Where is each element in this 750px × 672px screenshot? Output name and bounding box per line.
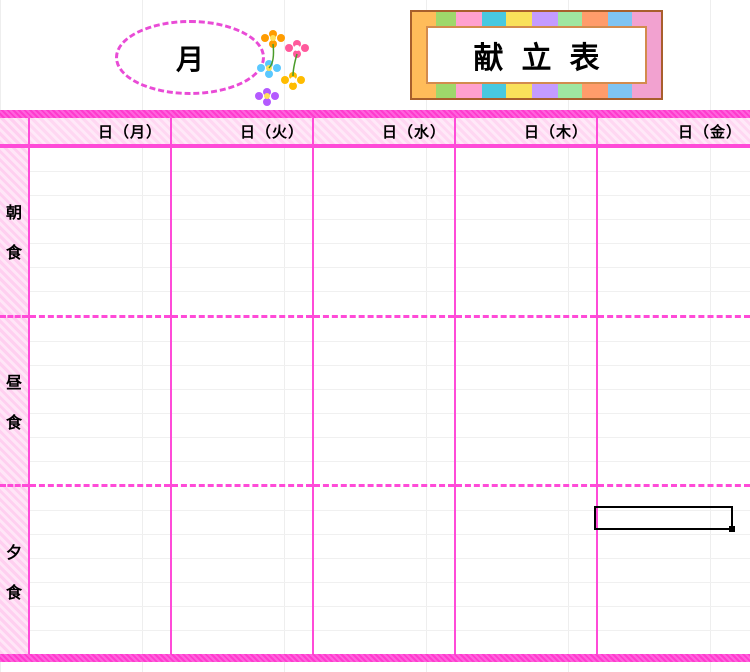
day-header-fri[interactable]: 日（金） <box>598 118 750 144</box>
body-columns <box>30 148 750 654</box>
cell-fri-breakfast[interactable] <box>598 148 750 315</box>
cell-fri-lunch[interactable] <box>598 315 750 485</box>
day-header-wed[interactable]: 日（水） <box>314 118 456 144</box>
cell-thu-dinner[interactable] <box>456 484 596 654</box>
pink-border-top <box>0 110 750 118</box>
flowers-decoration <box>255 22 315 107</box>
day-header-mon[interactable]: 日（月） <box>30 118 172 144</box>
title-text: 献立表 <box>426 26 647 84</box>
pink-border-bottom <box>0 654 750 662</box>
month-label: 月 <box>176 38 204 78</box>
month-oval[interactable]: 月 <box>115 20 265 95</box>
col-mon <box>30 148 172 654</box>
cell-thu-breakfast[interactable] <box>456 148 596 315</box>
meal-labels-column: 朝 食 昼 食 夕 食 <box>0 148 30 654</box>
title-frame: 献立表 <box>410 10 663 100</box>
meal-label-dinner: 夕 食 <box>0 487 28 654</box>
day-header-thu[interactable]: 日（木） <box>456 118 598 144</box>
header-area: 月 献立表 <box>0 0 750 110</box>
cell-thu-lunch[interactable] <box>456 315 596 485</box>
cell-tue-dinner[interactable] <box>172 484 312 654</box>
day-header-tue[interactable]: 日（火） <box>172 118 314 144</box>
col-fri <box>598 148 750 654</box>
body-area: 朝 食 昼 食 夕 食 <box>0 148 750 654</box>
cell-wed-lunch[interactable] <box>314 315 454 485</box>
menu-plan-sheet: 月 献立表 日（月） 日（火） 日（水） 日（木） <box>0 0 750 672</box>
cell-wed-dinner[interactable] <box>314 484 454 654</box>
row-stub <box>0 118 30 144</box>
cell-tue-breakfast[interactable] <box>172 148 312 315</box>
cell-wed-breakfast[interactable] <box>314 148 454 315</box>
meal-label-lunch: 昼 食 <box>0 318 28 485</box>
cell-fri-dinner[interactable] <box>598 484 750 654</box>
day-header-row: 日（月） 日（火） 日（水） 日（木） 日（金） <box>0 118 750 144</box>
meal-label-breakfast: 朝 食 <box>0 148 28 315</box>
cell-mon-dinner[interactable] <box>30 484 170 654</box>
col-thu <box>456 148 598 654</box>
col-wed <box>314 148 456 654</box>
col-tue <box>172 148 314 654</box>
cell-mon-lunch[interactable] <box>30 315 170 485</box>
cell-tue-lunch[interactable] <box>172 315 312 485</box>
cell-mon-breakfast[interactable] <box>30 148 170 315</box>
